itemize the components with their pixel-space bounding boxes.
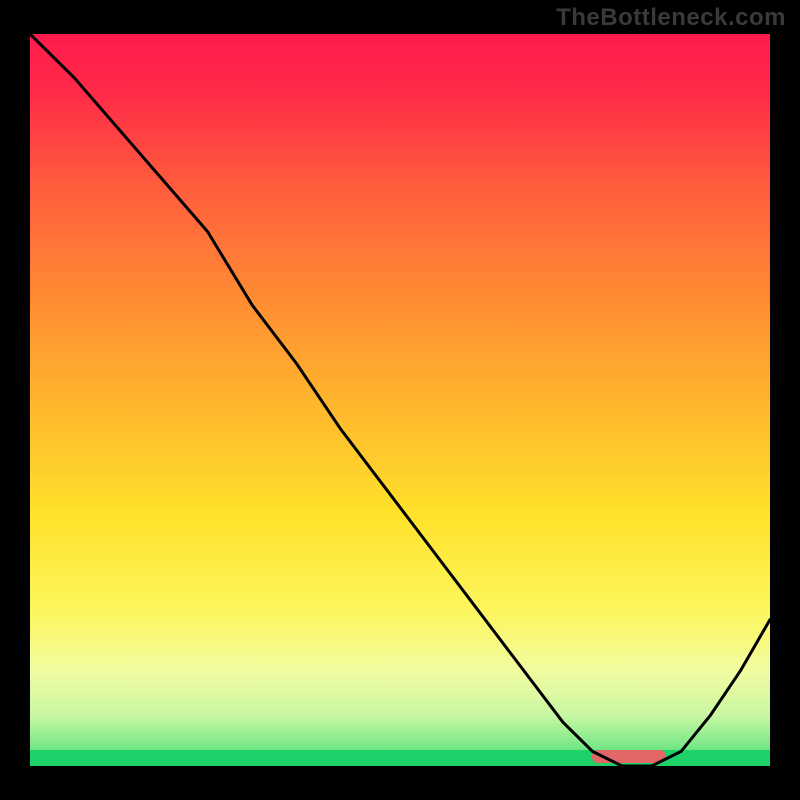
plot-area bbox=[30, 34, 770, 766]
figure: TheBottleneck.com bbox=[0, 0, 800, 800]
watermark-text: TheBottleneck.com bbox=[556, 4, 786, 32]
bottleneck-curve bbox=[30, 34, 770, 766]
plot-frame bbox=[30, 34, 770, 766]
